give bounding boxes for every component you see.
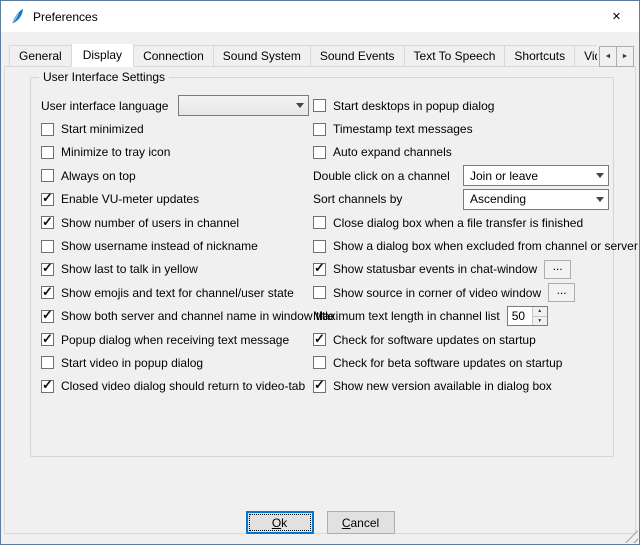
checkbox-closed-video-return[interactable]: Closed video dialog should return to vid… (41, 375, 309, 398)
checkbox-server-channel-title[interactable]: Show both server and channel name in win… (41, 305, 309, 328)
checkbox-icon (41, 193, 54, 206)
checkbox-start-minimized[interactable]: Start minimized (41, 117, 309, 140)
checkbox-icon (41, 333, 54, 346)
checkbox-emojis-text-state[interactable]: Show emojis and text for channel/user st… (41, 281, 309, 304)
tab-video[interactable]: Video (574, 45, 597, 67)
checkbox-icon (313, 286, 326, 299)
close-icon: ✕ (612, 10, 621, 23)
chevron-down-icon (296, 103, 304, 108)
checkbox-icon (41, 286, 54, 299)
checkbox-vu-meter-updates[interactable]: Enable VU-meter updates (41, 188, 309, 211)
tab-sound-events[interactable]: Sound Events (310, 45, 405, 67)
video-source-options-button[interactable]: ... (548, 283, 575, 302)
checkbox-video-source-corner[interactable]: Show source in corner of video window ..… (313, 281, 609, 304)
max-text-length-spinner[interactable]: 50 ▲ ▼ (507, 306, 548, 326)
tab-connection[interactable]: Connection (133, 45, 214, 67)
checkbox-icon (41, 169, 54, 182)
chevron-down-icon (596, 173, 604, 178)
preferences-dialog: Preferences ✕ General Display Connection… (0, 0, 640, 545)
tab-scroll-left-button[interactable]: ◄ (599, 46, 617, 67)
checkbox-icon (41, 240, 54, 253)
arrow-left-icon: ◄ (605, 53, 612, 60)
checkbox-icon (313, 99, 326, 112)
left-column: User interface language Start minimized … (41, 94, 309, 398)
checkbox-always-on-top[interactable]: Always on top (41, 164, 309, 187)
dialog-footer: Ok Cancel (1, 511, 639, 534)
checkbox-icon (313, 356, 326, 369)
checkbox-excluded-dialog[interactable]: Show a dialog box when excluded from cha… (313, 234, 609, 257)
tab-page-display: User Interface Settings User interface l… (4, 66, 636, 534)
ui-settings-group: User Interface Settings User interface l… (30, 77, 614, 457)
tab-general[interactable]: General (9, 45, 72, 67)
checkbox-icon (41, 356, 54, 369)
language-row: User interface language (41, 94, 309, 117)
tab-sound-system[interactable]: Sound System (213, 45, 311, 67)
tab-bar: General Display Connection Sound System … (9, 44, 597, 67)
double-click-select[interactable]: Join or leave (463, 165, 609, 186)
checkbox-icon (41, 263, 54, 276)
sort-channels-row: Sort channels by Ascending (313, 188, 609, 211)
checkbox-show-username[interactable]: Show username instead of nickname (41, 234, 309, 257)
checkbox-icon (41, 123, 54, 136)
checkbox-last-talk-yellow[interactable]: Show last to talk in yellow (41, 258, 309, 281)
tab-text-to-speech[interactable]: Text To Speech (404, 45, 506, 67)
checkbox-new-version-dialog[interactable]: Show new version available in dialog box (313, 375, 609, 398)
checkbox-icon (41, 146, 54, 159)
tab-scroller: ◄ ► (599, 46, 635, 67)
checkbox-icon (313, 146, 326, 159)
app-icon (9, 8, 26, 25)
checkbox-icon (41, 310, 54, 323)
checkbox-auto-expand-channels[interactable]: Auto expand channels (313, 141, 609, 164)
language-label: User interface language (41, 99, 168, 113)
checkbox-icon (313, 333, 326, 346)
checkbox-minimize-to-tray[interactable]: Minimize to tray icon (41, 141, 309, 164)
tab-display[interactable]: Display (71, 44, 134, 67)
sort-channels-select[interactable]: Ascending (463, 189, 609, 210)
checkbox-timestamp-messages[interactable]: Timestamp text messages (313, 117, 609, 140)
close-button[interactable]: ✕ (594, 1, 639, 32)
chevron-down-icon (596, 197, 604, 202)
dialog-body: General Display Connection Sound System … (1, 32, 639, 545)
checkbox-show-user-count[interactable]: Show number of users in channel (41, 211, 309, 234)
checkbox-icon (313, 123, 326, 136)
checkbox-icon (313, 240, 326, 253)
title-bar: Preferences ✕ (1, 1, 639, 32)
double-click-label: Double click on a channel (313, 169, 450, 183)
checkbox-update-check[interactable]: Check for software updates on startup (313, 328, 609, 351)
ok-button[interactable]: Ok (246, 511, 314, 534)
max-text-length-label: Maximum text length in channel list (313, 309, 500, 323)
checkbox-icon (41, 216, 54, 229)
sort-channels-label: Sort channels by (313, 192, 402, 206)
double-click-row: Double click on a channel Join or leave (313, 164, 609, 187)
tab-shortcuts[interactable]: Shortcuts (504, 45, 575, 67)
tab-scroll-right-button[interactable]: ► (616, 46, 634, 67)
checkbox-icon (313, 263, 326, 276)
group-title: User Interface Settings (39, 70, 169, 84)
cancel-button[interactable]: Cancel (327, 511, 395, 534)
checkbox-desktops-popup[interactable]: Start desktops in popup dialog (313, 94, 609, 117)
checkbox-icon (41, 380, 54, 393)
checkbox-icon (313, 216, 326, 229)
spin-down-icon[interactable]: ▼ (533, 317, 547, 326)
double-click-value: Join or leave (470, 169, 590, 183)
checkbox-statusbar-events[interactable]: Show statusbar events in chat-window ... (313, 258, 609, 281)
checkbox-close-filetransfer-dialog[interactable]: Close dialog box when a file transfer is… (313, 211, 609, 234)
checkbox-popup-text-message[interactable]: Popup dialog when receiving text message (41, 328, 309, 351)
language-select[interactable] (178, 95, 309, 116)
spin-up-icon[interactable]: ▲ (533, 307, 547, 317)
max-text-length-row: Maximum text length in channel list 50 ▲… (313, 305, 609, 328)
statusbar-events-options-button[interactable]: ... (544, 260, 571, 279)
max-text-length-value: 50 (508, 307, 532, 325)
arrow-right-icon: ► (622, 53, 629, 60)
checkbox-icon (313, 380, 326, 393)
checkbox-beta-update-check[interactable]: Check for beta software updates on start… (313, 351, 609, 374)
right-column: Start desktops in popup dialog Timestamp… (313, 94, 609, 398)
window-title: Preferences (33, 10, 98, 24)
sort-channels-value: Ascending (470, 192, 590, 206)
checkbox-start-video-popup[interactable]: Start video in popup dialog (41, 351, 309, 374)
